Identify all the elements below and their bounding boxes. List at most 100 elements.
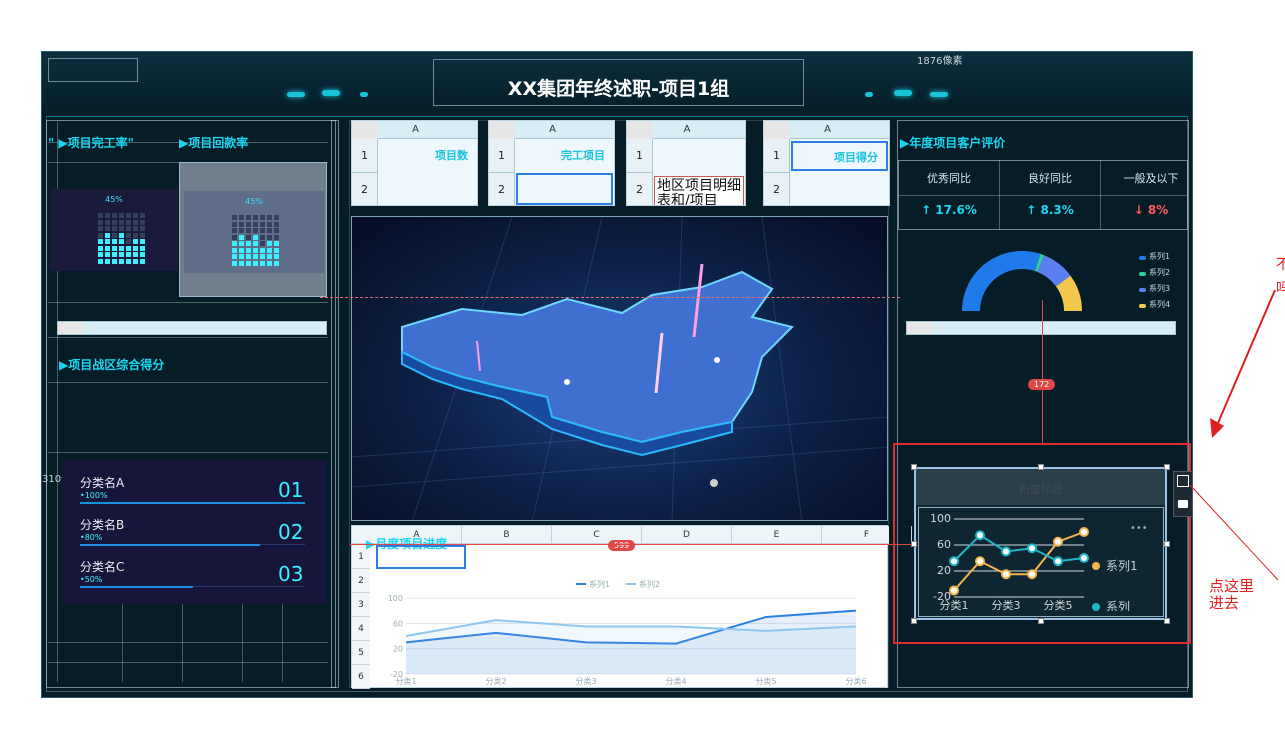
sheet-widget[interactable]: A 1 2 项目得分: [763, 120, 890, 206]
gauge-cell: [232, 215, 237, 220]
gauge-cell: [253, 234, 258, 240]
gauge-cell: [105, 219, 110, 225]
ranking-card[interactable]: 分类名A •100% 01 分类名B •80% 02 分类名C •50% 03: [62, 460, 326, 604]
gauge-cell: [119, 226, 124, 231]
gauge-cell: [239, 247, 244, 253]
resize-handle[interactable]: [1038, 618, 1044, 624]
sheet-widget[interactable]: A 1 2 地区项目明细表和/项目: [626, 120, 746, 206]
row-number: 1: [764, 139, 790, 173]
glow-pill: [360, 92, 368, 97]
sheet-cell[interactable]: [516, 173, 613, 205]
gauge-cell: [246, 221, 251, 227]
gauge-cell: [105, 232, 110, 238]
gauge-cell: [119, 219, 124, 225]
annotation-line-1: 点这里: [1209, 577, 1255, 595]
resize-handle[interactable]: [911, 464, 917, 470]
badge-172: 172: [1028, 379, 1056, 390]
sheet-cell[interactable]: 完工项目: [516, 141, 613, 171]
gauge-cell: [239, 234, 244, 240]
resize-handle[interactable]: [911, 541, 917, 547]
gauge-cell: [253, 260, 258, 266]
legend-label: 系列2: [639, 579, 660, 589]
rank-bar: [80, 544, 260, 546]
selected-cell[interactable]: [376, 545, 466, 569]
gauge-cell: [260, 241, 265, 246]
resize-handle[interactable]: [1164, 618, 1170, 624]
gauge-cell: [246, 254, 251, 259]
sheet-cell[interactable]: 地区项目明细表和/项目: [654, 176, 744, 205]
dashboard-title[interactable]: XX集团年终述职-项目1组: [433, 74, 804, 101]
gauge-cell: [105, 226, 110, 231]
gauge-cell: [133, 239, 138, 244]
glow-pill: [865, 92, 873, 97]
sheet-cell[interactable]: 项目数: [379, 141, 476, 171]
row-header: 3: [352, 593, 370, 617]
rank-bar: [80, 586, 193, 588]
resize-handle[interactable]: [1038, 464, 1044, 470]
gauge-cell: [246, 260, 251, 266]
sheet-corner: [352, 121, 378, 139]
legend-label: 系列4: [1149, 300, 1171, 309]
selected-chart-widget[interactable]: 新建标题 ••• 100 60 20 -20 分类1 分类3 分类5 系列1 系列: [914, 467, 1167, 620]
rank-percent: •80%: [80, 533, 103, 542]
gauge-cell: [239, 228, 244, 233]
data-point: [1079, 527, 1089, 537]
gauge-cell: [119, 258, 124, 264]
mini-sheet-strip-right[interactable]: [906, 321, 1176, 335]
sheet-widget[interactable]: A 1 2 项目数: [351, 120, 478, 206]
china-map-3d[interactable]: [351, 216, 888, 521]
annotation-line-2: 进去: [1209, 594, 1240, 612]
legend-label: 系列1: [1106, 559, 1138, 573]
gauge-card-1[interactable]: 45%: [50, 189, 178, 271]
gauge-cell: [260, 234, 265, 240]
sheet-cell[interactable]: [654, 141, 744, 171]
gauge-cell: [239, 260, 244, 266]
sheet-cell[interactable]: 项目得分: [791, 141, 888, 171]
glow-pill: [930, 92, 948, 97]
gauge-card-2: 45%: [184, 191, 324, 273]
gauge-cell: [232, 234, 237, 240]
left-panel-edge: [331, 120, 339, 688]
monthly-progress-sheet[interactable]: ABCDEF 123456 ▶月度项目进度 599 100 60 20 -20 分类1 分…: [351, 525, 912, 689]
gauge-cell: [105, 239, 110, 244]
gauge-cell: [274, 221, 279, 227]
gauge-cell: [260, 254, 265, 259]
data-point: [1001, 569, 1011, 580]
resize-handle[interactable]: [911, 618, 917, 624]
row-header: 5: [352, 641, 370, 665]
sheet-widget[interactable]: A 1 2 完工项目: [488, 120, 615, 206]
glow-pill: [894, 90, 912, 96]
legend-label: 系列3: [1149, 284, 1171, 293]
gauge-cell: [105, 258, 110, 264]
row-number: 2: [764, 173, 790, 205]
gauge-cell: [112, 232, 117, 238]
annotation-text: 点这里 进去: [1209, 578, 1254, 612]
gauge-cell: [98, 232, 103, 238]
gauge-cell: [133, 258, 138, 264]
gauge-cell: [253, 215, 258, 220]
gauge-cell: [112, 226, 117, 231]
gauge-cell: [232, 221, 237, 227]
gauge-cell: [119, 213, 124, 218]
row-number: 2: [627, 173, 653, 205]
kpi-label: 良好同比: [1028, 172, 1072, 185]
gauge-cell: [126, 245, 131, 251]
rank-percent: •50%: [80, 575, 103, 584]
data-point: [949, 556, 959, 567]
resize-handle[interactable]: [1164, 464, 1170, 470]
gauge-cell: [126, 226, 131, 231]
rank-name: 分类名B: [80, 518, 125, 532]
gauge-cell: [126, 252, 131, 257]
y-tick: 20: [393, 645, 403, 654]
gauge-cell: [126, 213, 131, 218]
gauge-cell: [246, 241, 251, 246]
rank-bar: [80, 502, 305, 504]
gauge-card-2-selected[interactable]: 45%: [179, 162, 327, 297]
mini-sheet-strip[interactable]: [57, 321, 327, 335]
gauge-cell: [133, 252, 138, 257]
legend-swatch: [1139, 288, 1146, 292]
editor-canvas: 不 吗 XX集团年终述职-项目1组 1876像素 " ▶项目完工率" ▶项目回款…: [0, 0, 1285, 729]
badge-599: 599: [608, 540, 636, 551]
resize-handle[interactable]: [1164, 541, 1170, 547]
x-tick: 分类3: [575, 676, 596, 686]
